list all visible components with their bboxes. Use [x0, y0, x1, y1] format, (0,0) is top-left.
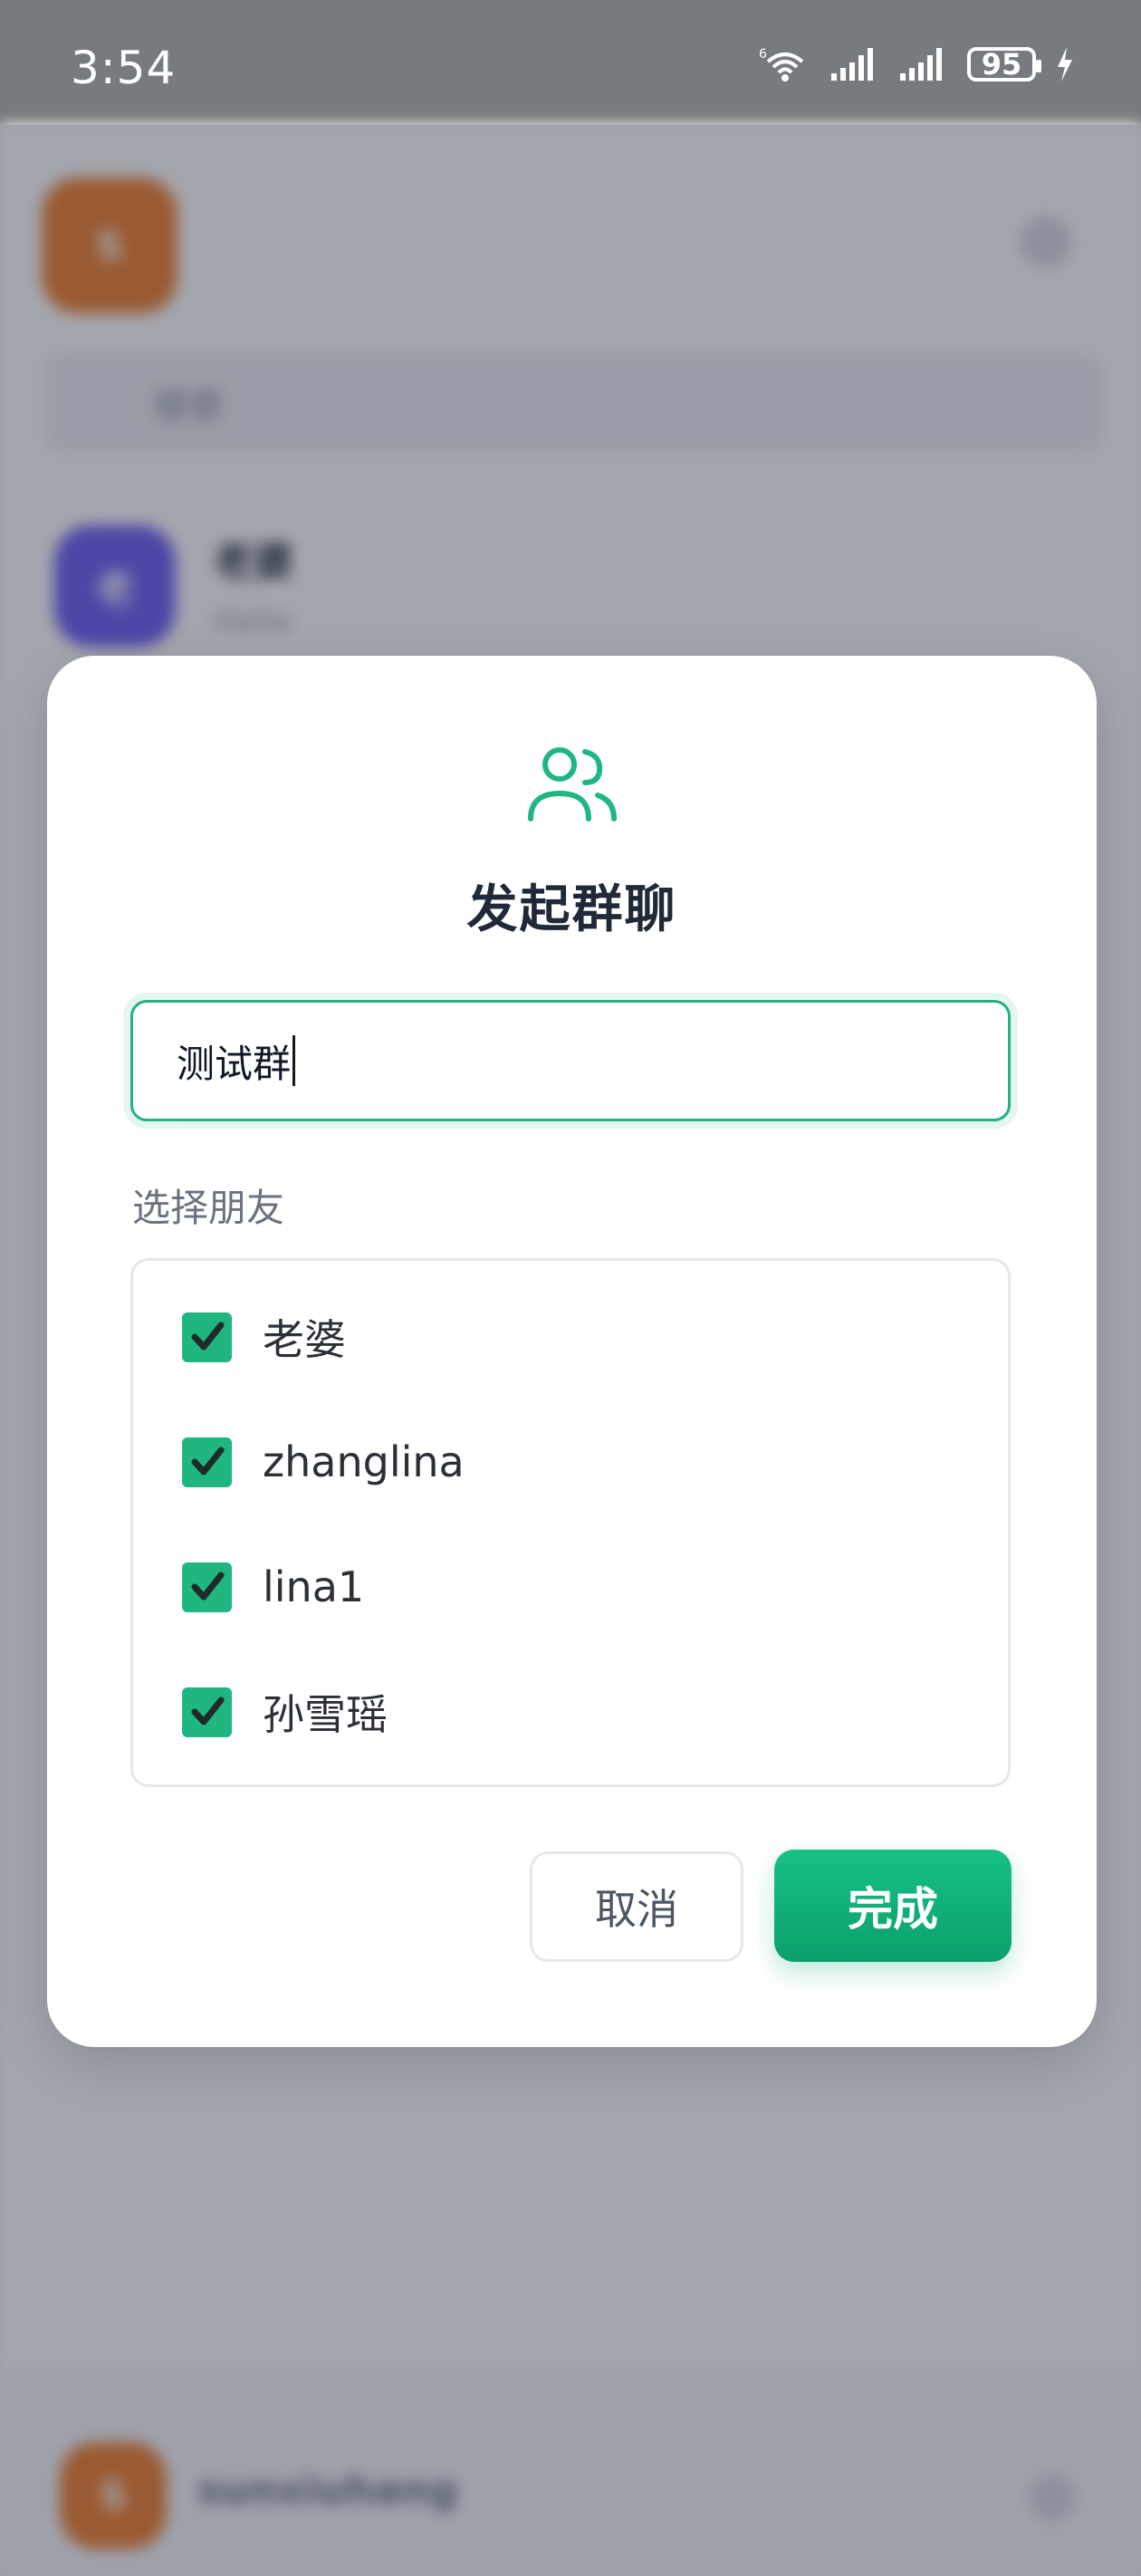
text-caret: [292, 1035, 296, 1086]
friend-name: zhanglina: [263, 1437, 465, 1486]
create-group-dialog: 发起群聊 测试群 选择朋友 老婆 zhanglina lina1 孙雪瑶 取消 …: [47, 656, 1097, 2047]
signal-icon-2: [900, 48, 942, 81]
friend-checkbox[interactable]: [182, 1687, 232, 1737]
check-icon: [191, 1572, 224, 1600]
battery-indicator: 95: [967, 47, 1041, 82]
friend-item[interactable]: 孙雪瑶: [182, 1676, 388, 1748]
battery-level: 95: [981, 47, 1022, 82]
group-name-input[interactable]: 测试群: [130, 1000, 1011, 1121]
status-icons: 6 95: [759, 45, 1076, 83]
friend-name: 老婆: [263, 1315, 346, 1364]
select-friends-label: 选择朋友: [132, 1186, 285, 1230]
check-icon: [191, 1322, 224, 1350]
cancel-button[interactable]: 取消: [530, 1851, 743, 1962]
group-users-icon: [528, 747, 617, 822]
friend-name: 孙雪瑶: [263, 1690, 388, 1739]
friend-item[interactable]: 老婆: [182, 1301, 346, 1373]
friend-checkbox[interactable]: [182, 1562, 232, 1612]
charging-icon: [1058, 47, 1072, 82]
status-time: 3:54: [71, 42, 177, 94]
wifi-icon: 6: [759, 47, 804, 82]
status-bar: 3:54 6 95: [0, 0, 1141, 125]
done-button[interactable]: 完成: [774, 1850, 1012, 1962]
friend-checkbox[interactable]: [182, 1312, 232, 1362]
check-icon: [191, 1447, 224, 1475]
signal-icon-1: [831, 48, 873, 81]
dialog-title: 发起群聊: [466, 880, 677, 939]
check-icon: [191, 1697, 224, 1725]
friend-name: lina1: [263, 1562, 365, 1611]
friends-list: 老婆 zhanglina lina1 孙雪瑶: [130, 1258, 1011, 1787]
network-label: 6: [759, 47, 767, 62]
friend-item[interactable]: lina1: [182, 1551, 364, 1623]
friend-item[interactable]: zhanglina: [182, 1426, 465, 1498]
friend-checkbox[interactable]: [182, 1437, 232, 1487]
group-name-value: 测试群: [177, 1041, 292, 1086]
